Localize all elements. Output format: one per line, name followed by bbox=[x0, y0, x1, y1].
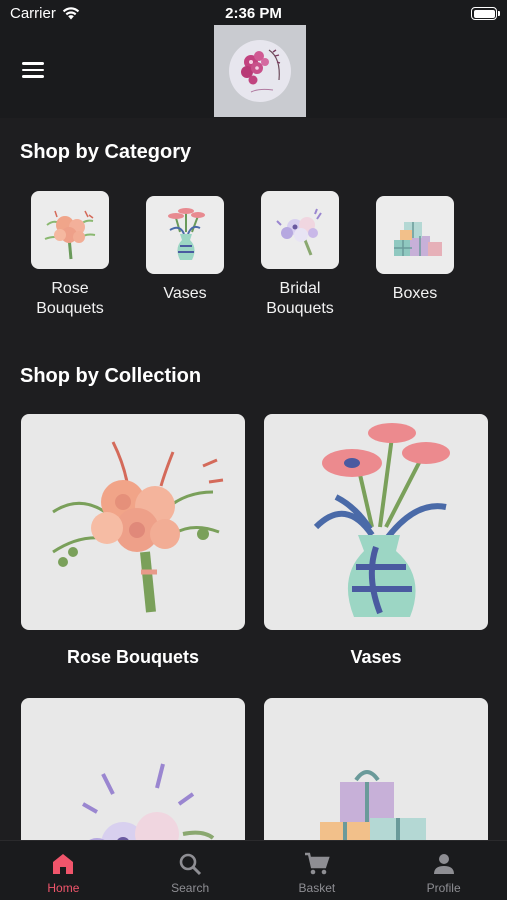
category-vases[interactable]: Vases bbox=[130, 196, 240, 304]
orchid-logo-icon bbox=[229, 40, 291, 102]
status-time: 2:36 PM bbox=[225, 5, 282, 22]
category-label: Boxes bbox=[392, 285, 438, 302]
section-title-collection: Shop by Collection bbox=[20, 365, 202, 387]
collection-vases[interactable]: Vases bbox=[264, 414, 488, 668]
battery-icon bbox=[471, 7, 500, 20]
category-rose-bouquets[interactable]: Rose Bouquets bbox=[15, 191, 125, 319]
menu-button[interactable] bbox=[22, 58, 48, 84]
tab-home[interactable]: Home bbox=[0, 841, 127, 900]
tab-label: Basket bbox=[298, 881, 336, 895]
tab-basket[interactable]: Basket bbox=[254, 841, 381, 900]
collection-boxes[interactable] bbox=[264, 698, 488, 840]
tab-label: Home bbox=[47, 881, 80, 895]
tab-label: Search bbox=[171, 881, 210, 895]
cart-icon bbox=[304, 852, 330, 875]
search-icon bbox=[179, 853, 202, 876]
category-label: Bridal Bouquets bbox=[266, 280, 334, 317]
tab-search[interactable]: Search bbox=[127, 841, 254, 900]
tab-label: Profile bbox=[426, 881, 461, 895]
app-logo[interactable] bbox=[214, 25, 306, 117]
rose-bouquet-image bbox=[31, 191, 109, 269]
tab-bar: Home Search Basket Profile bbox=[0, 840, 507, 900]
main-content[interactable]: Shop by Category Rose Bouquets Vases Bri… bbox=[0, 118, 507, 840]
category-label: Vases bbox=[163, 285, 207, 302]
bridal-bouquet-image bbox=[261, 191, 339, 269]
collection-label: Vases bbox=[350, 647, 402, 667]
category-label: Rose Bouquets bbox=[36, 280, 104, 317]
vase-image bbox=[146, 196, 224, 274]
collection-bridal-bouquets[interactable] bbox=[21, 698, 245, 840]
app-screen: Carrier 2:36 PM Shop by Category Rose Bo… bbox=[0, 0, 507, 900]
tab-profile[interactable]: Profile bbox=[380, 841, 507, 900]
status-bar: Carrier 2:36 PM bbox=[0, 0, 507, 28]
section-title-category: Shop by Category bbox=[20, 141, 192, 163]
collection-rose-bouquets[interactable]: Rose Bouquets bbox=[21, 414, 245, 668]
bridal-bouquet-image bbox=[21, 698, 245, 840]
profile-icon bbox=[433, 854, 454, 874]
gift-boxes-image bbox=[376, 196, 454, 274]
rose-bouquet-image bbox=[21, 414, 245, 630]
category-boxes[interactable]: Boxes bbox=[360, 196, 470, 304]
home-icon bbox=[53, 854, 74, 874]
hamburger-icon bbox=[22, 62, 44, 65]
collection-label: Rose Bouquets bbox=[66, 647, 199, 667]
category-bridal-bouquets[interactable]: Bridal Bouquets bbox=[245, 191, 355, 319]
nav-header bbox=[0, 25, 507, 118]
vase-image bbox=[264, 414, 488, 630]
gift-boxes-image bbox=[264, 698, 488, 840]
